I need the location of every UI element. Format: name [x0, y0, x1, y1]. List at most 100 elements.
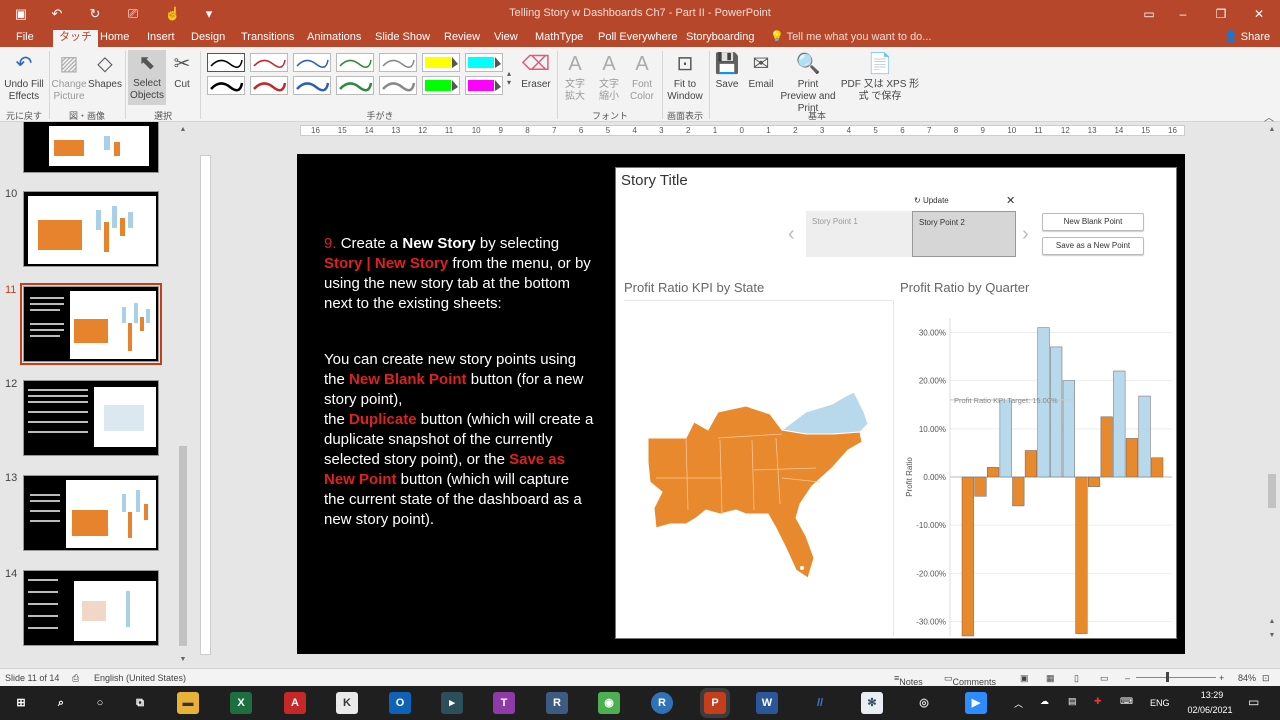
pen-black-thick[interactable]: [207, 76, 245, 95]
highlighter-yellow[interactable]: [422, 53, 460, 72]
collapse-ribbon-icon[interactable]: ︿: [1264, 109, 1274, 124]
tab-poll-everywhere[interactable]: Poll Everywhere: [592, 30, 683, 47]
close-button[interactable]: ✕: [1244, 4, 1274, 24]
tell-me-box[interactable]: 💡 Tell me what you want to do...: [764, 30, 937, 47]
pen-blue-thick[interactable]: [293, 76, 331, 95]
tab-file[interactable]: File: [10, 30, 40, 47]
acrobat-icon[interactable]: A: [284, 692, 306, 714]
teams-icon[interactable]: T: [493, 692, 515, 714]
language[interactable]: English (United States): [94, 673, 186, 683]
slide-thumbnail-13[interactable]: [23, 475, 159, 551]
font-color-button[interactable]: A Font Color: [626, 51, 658, 103]
excel-icon[interactable]: X: [230, 692, 252, 714]
obs-icon[interactable]: ◎: [913, 692, 935, 714]
slide-sorter-icon[interactable]: ▦: [1046, 673, 1055, 684]
chrome-icon[interactable]: ◉: [598, 692, 620, 714]
font-bigger-button[interactable]: A 文字 拡大: [560, 51, 590, 103]
slide-text-box[interactable]: 9. Create a New Story by selecting Story…: [324, 234, 594, 550]
pen-red-thick[interactable]: [250, 76, 288, 95]
antivirus-icon[interactable]: ✚: [1094, 696, 1102, 707]
zoom-slider[interactable]: [1136, 677, 1216, 678]
windows-start-icon[interactable]: ⊞: [10, 692, 32, 714]
comments-button[interactable]: ▭ Comments: [944, 673, 996, 687]
pen-black-thin[interactable]: [207, 53, 245, 72]
thumbnail-scrollbar[interactable]: ▲ ▼: [178, 126, 188, 666]
tab-transitions[interactable]: Transitions: [235, 30, 300, 47]
keyboard-icon[interactable]: ⌨: [1120, 696, 1133, 707]
r-icon[interactable]: R: [651, 692, 673, 714]
notification-icon[interactable]: ▭: [1248, 695, 1259, 709]
slide-canvas[interactable]: 9. Create a New Story by selecting Story…: [297, 154, 1185, 654]
word-icon[interactable]: W: [756, 692, 778, 714]
outlook-icon[interactable]: O: [389, 692, 411, 714]
tab-animations[interactable]: Animations: [301, 30, 367, 47]
normal-view-icon[interactable]: ▣: [1020, 673, 1029, 684]
tableau-icon[interactable]: ✻: [861, 692, 883, 714]
highlighter-cyan[interactable]: [465, 53, 503, 72]
print-preview-button[interactable]: 🔍 Print Preview and Print: [779, 51, 837, 115]
cut-button[interactable]: ✂ Cut: [168, 51, 196, 91]
pen-blue-thin[interactable]: [293, 53, 331, 72]
cortana-icon[interactable]: ○: [89, 692, 111, 714]
slide-scrollbar[interactable]: ▲ ▲ ▼: [1266, 126, 1278, 666]
pen-red-thin[interactable]: [250, 53, 288, 72]
slideshow-icon[interactable]: ▭: [1100, 673, 1109, 684]
visual-studio-icon[interactable]: //: [809, 692, 831, 714]
highlighter-green[interactable]: [422, 76, 460, 95]
tab-touch[interactable]: タッチ: [53, 30, 98, 47]
zoom-app-icon[interactable]: ▶: [965, 692, 987, 714]
save-pdf-xps-button[interactable]: 📄 PDF 又は XPS 形式 で保存: [838, 51, 922, 103]
share-button[interactable]: 👤 Share: [1218, 30, 1276, 47]
highlighter-magenta[interactable]: [465, 76, 503, 95]
font-smaller-button[interactable]: A 文字 縮小: [594, 51, 624, 103]
eraser-button[interactable]: ⌫ Eraser: [518, 51, 554, 91]
pen-green-thick[interactable]: [336, 76, 374, 95]
spellcheck-icon[interactable]: ⎙: [72, 673, 79, 684]
tab-review[interactable]: Review: [438, 30, 486, 47]
pen-gray-thick[interactable]: [379, 76, 417, 95]
rstudio-icon[interactable]: R: [546, 692, 568, 714]
save-button[interactable]: 💾 Save: [712, 51, 742, 91]
undo-fill-effects-button[interactable]: ↶ Undo Fill Effects: [2, 51, 46, 103]
notes-button[interactable]: ≡ Notes: [894, 673, 923, 687]
zoom-in-button[interactable]: +: [1219, 673, 1224, 683]
email-button[interactable]: ✉ Email: [745, 51, 777, 91]
task-view-icon[interactable]: ⧉: [129, 692, 151, 714]
slide-thumbnail-14[interactable]: [23, 570, 159, 646]
reading-view-icon[interactable]: ▯: [1074, 673, 1079, 684]
tab-slide-show[interactable]: Slide Show: [369, 30, 436, 47]
pen-green-thin[interactable]: [336, 53, 374, 72]
gallery-more-icon[interactable]: ▴ ▾: [507, 69, 511, 87]
maximize-button[interactable]: ❐: [1206, 4, 1236, 24]
tab-insert[interactable]: Insert: [141, 30, 181, 47]
tab-mathtype[interactable]: MathType: [529, 30, 589, 47]
file-explorer-icon[interactable]: ▬: [177, 692, 199, 714]
slide-thumbnail-12[interactable]: [23, 380, 159, 456]
powerpoint-icon[interactable]: P: [700, 688, 730, 718]
tray-expand-icon[interactable]: ︿: [1014, 697, 1023, 710]
minimize-button[interactable]: –: [1168, 4, 1198, 24]
zoom-out-button[interactable]: –: [1125, 673, 1130, 683]
app-icon[interactable]: K: [336, 692, 358, 714]
time-display[interactable]: 13:29: [1192, 690, 1232, 700]
language-indicator[interactable]: ENG: [1150, 698, 1170, 708]
onedrive-icon[interactable]: ☁: [1040, 696, 1049, 707]
zoom-level[interactable]: 84%: [1238, 673, 1256, 683]
select-objects-button[interactable]: ⬉ Select Objects: [128, 50, 166, 105]
pen-gray-thin[interactable]: [379, 53, 417, 72]
tab-home[interactable]: Home: [94, 30, 135, 47]
fit-to-window-button[interactable]: ⊡ Fit to Window: [665, 51, 705, 103]
slide-thumbnail-9[interactable]: [23, 122, 159, 173]
ribbon-display-icon[interactable]: ▭: [1134, 4, 1164, 24]
tableau-prep-icon[interactable]: ▸: [441, 692, 463, 714]
slide-thumbnail-11[interactable]: [20, 283, 162, 365]
shapes-button[interactable]: ◇ Shapes: [88, 51, 122, 91]
zoom-slider-handle[interactable]: [1166, 672, 1169, 682]
date-display[interactable]: 02/06/2021: [1180, 705, 1240, 715]
search-icon[interactable]: ⌕: [50, 692, 72, 714]
tab-design[interactable]: Design: [185, 30, 231, 47]
network-icon[interactable]: ▤: [1068, 696, 1077, 707]
slide-thumbnail-10[interactable]: [23, 191, 159, 267]
change-picture-button[interactable]: ▨ Change Picture: [50, 51, 88, 103]
tab-view[interactable]: View: [488, 30, 524, 47]
